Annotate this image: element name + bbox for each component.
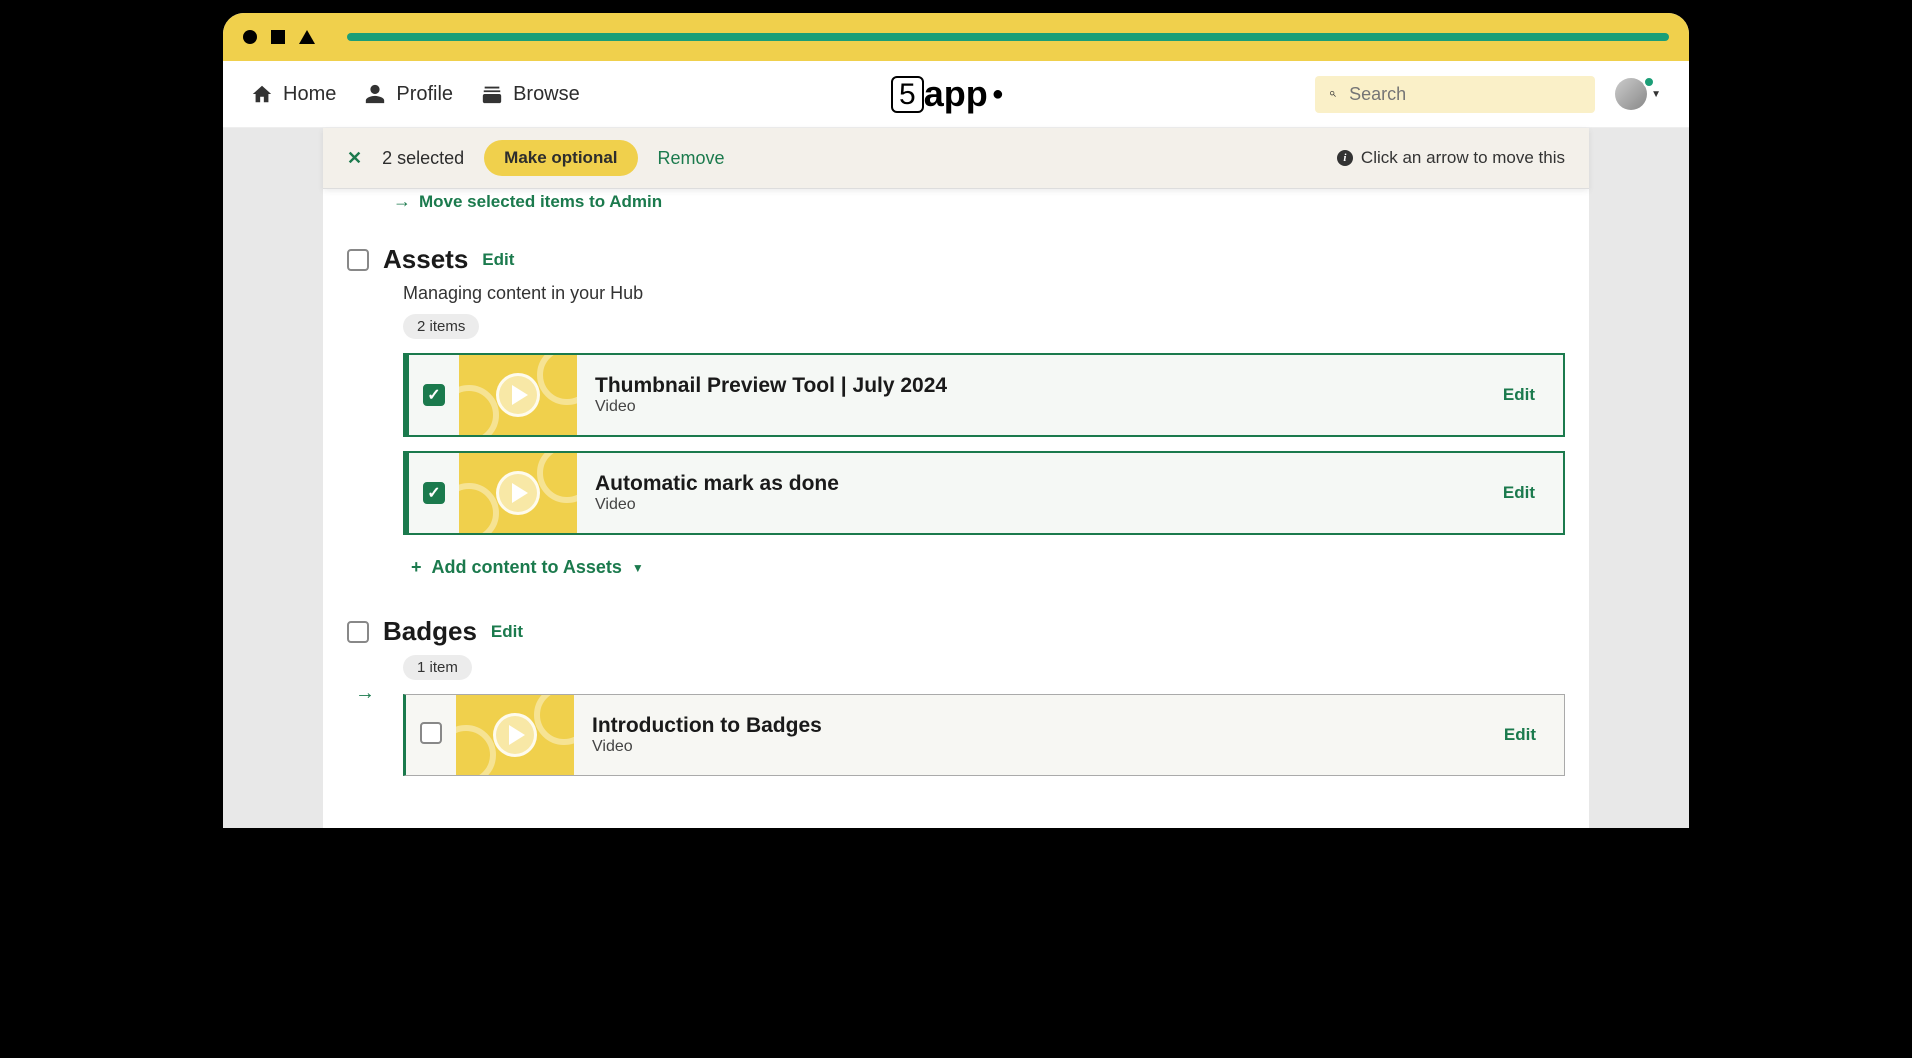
play-icon <box>493 713 537 757</box>
item-checkbox[interactable] <box>423 482 445 504</box>
make-optional-button[interactable]: Make optional <box>484 140 637 176</box>
profile-icon <box>364 83 386 105</box>
header-right: ▼ <box>1315 76 1661 113</box>
logo-text: app <box>924 73 988 115</box>
browser-frame: Home Profile Browse 5app● ▼ <box>220 10 1692 831</box>
search-box[interactable] <box>1315 76 1595 113</box>
play-icon <box>496 471 540 515</box>
item-body: Automatic mark as done Video <box>577 462 1475 524</box>
content-outer: ✕ 2 selected Make optional Remove i Clic… <box>223 128 1689 828</box>
item-thumbnail <box>459 355 577 435</box>
logo-five: 5 <box>891 76 924 113</box>
caret-down-icon: ▼ <box>1651 89 1661 100</box>
item-check-col <box>409 384 459 406</box>
info-icon: i <box>1337 150 1353 166</box>
move-selected-label: Move selected items to Admin <box>419 192 662 212</box>
plus-icon: + <box>411 557 422 578</box>
content-item[interactable]: Introduction to Badges Video Edit <box>403 694 1565 776</box>
item-body: Thumbnail Preview Tool | July 2024 Video <box>577 364 1475 426</box>
add-content-button[interactable]: + Add content to Assets ▼ <box>347 549 1565 586</box>
item-edit-link[interactable]: Edit <box>1476 725 1564 745</box>
item-checkbox[interactable] <box>420 722 442 744</box>
window-controls <box>243 30 315 44</box>
selection-action-bar: ✕ 2 selected Make optional Remove i Clic… <box>323 128 1589 189</box>
browse-icon <box>481 83 503 105</box>
item-type: Video <box>595 398 1457 416</box>
chevron-down-icon: ▼ <box>632 561 644 575</box>
section-assets: Assets Edit Managing content in your Hub… <box>323 224 1589 596</box>
add-content-label: Add content to Assets <box>432 557 622 578</box>
item-count-badge: 1 item <box>403 655 472 680</box>
triangle-icon <box>299 30 315 44</box>
selected-count: 2 selected <box>382 148 464 169</box>
search-input[interactable] <box>1349 84 1581 105</box>
section-title: Badges <box>383 616 477 647</box>
item-check-col <box>406 722 456 749</box>
section-checkbox[interactable] <box>347 621 369 643</box>
item-title: Introduction to Badges <box>592 714 1458 738</box>
nav-links: Home Profile Browse <box>251 83 580 106</box>
section-checkbox[interactable] <box>347 249 369 271</box>
url-bar[interactable] <box>347 33 1669 41</box>
nav-browse-label: Browse <box>513 83 580 106</box>
logo-dot: ● <box>992 83 1004 106</box>
move-selected-link[interactable]: → Move selected items to Admin <box>323 189 1589 224</box>
arrow-right-icon: → <box>393 191 411 212</box>
item-edit-link[interactable]: Edit <box>1475 385 1563 405</box>
item-title: Thumbnail Preview Tool | July 2024 <box>595 374 1457 398</box>
action-bar-right: i Click an arrow to move this <box>1337 148 1565 168</box>
home-icon <box>251 83 273 105</box>
item-check-col <box>409 482 459 504</box>
close-selection-icon[interactable]: ✕ <box>347 148 362 169</box>
item-type: Video <box>595 496 1457 514</box>
action-bar-left: ✕ 2 selected Make optional Remove <box>347 140 725 176</box>
move-hint-text: Click an arrow to move this <box>1361 148 1565 168</box>
item-edit-link[interactable]: Edit <box>1475 483 1563 503</box>
section-header: Assets Edit <box>347 244 1565 275</box>
content-inner: ✕ 2 selected Make optional Remove i Clic… <box>323 128 1589 828</box>
play-icon <box>496 373 540 417</box>
move-arrow-icon[interactable]: → <box>355 682 375 705</box>
item-thumbnail <box>456 695 574 775</box>
browser-chrome <box>223 13 1689 61</box>
content-item[interactable]: Thumbnail Preview Tool | July 2024 Video… <box>403 353 1565 437</box>
remove-button[interactable]: Remove <box>658 148 725 169</box>
item-body: Introduction to Badges Video <box>574 704 1476 766</box>
nav-profile[interactable]: Profile <box>364 83 453 106</box>
section-edit-link[interactable]: Edit <box>491 622 523 642</box>
nav-profile-label: Profile <box>396 83 453 106</box>
item-checkbox[interactable] <box>423 384 445 406</box>
square-icon <box>271 30 285 44</box>
content-item[interactable]: Automatic mark as done Video Edit <box>403 451 1565 535</box>
item-count-badge: 2 items <box>403 314 479 339</box>
nav-browse[interactable]: Browse <box>481 83 580 106</box>
item-thumbnail <box>459 453 577 533</box>
nav-home[interactable]: Home <box>251 83 336 106</box>
status-dot <box>1643 76 1655 88</box>
logo[interactable]: 5app● <box>891 73 1004 115</box>
section-badges: Badges Edit 1 item → Introduction to Bad… <box>323 596 1589 800</box>
circle-icon <box>243 30 257 44</box>
search-icon <box>1329 84 1337 104</box>
section-title: Assets <box>383 244 468 275</box>
nav-home-label: Home <box>283 83 336 106</box>
item-title: Automatic mark as done <box>595 472 1457 496</box>
section-edit-link[interactable]: Edit <box>482 250 514 270</box>
item-type: Video <box>592 738 1458 756</box>
user-menu[interactable]: ▼ <box>1615 78 1661 110</box>
section-header: Badges Edit <box>347 616 1565 647</box>
section-description: Managing content in your Hub <box>347 283 1565 304</box>
app-header: Home Profile Browse 5app● ▼ <box>223 61 1689 128</box>
